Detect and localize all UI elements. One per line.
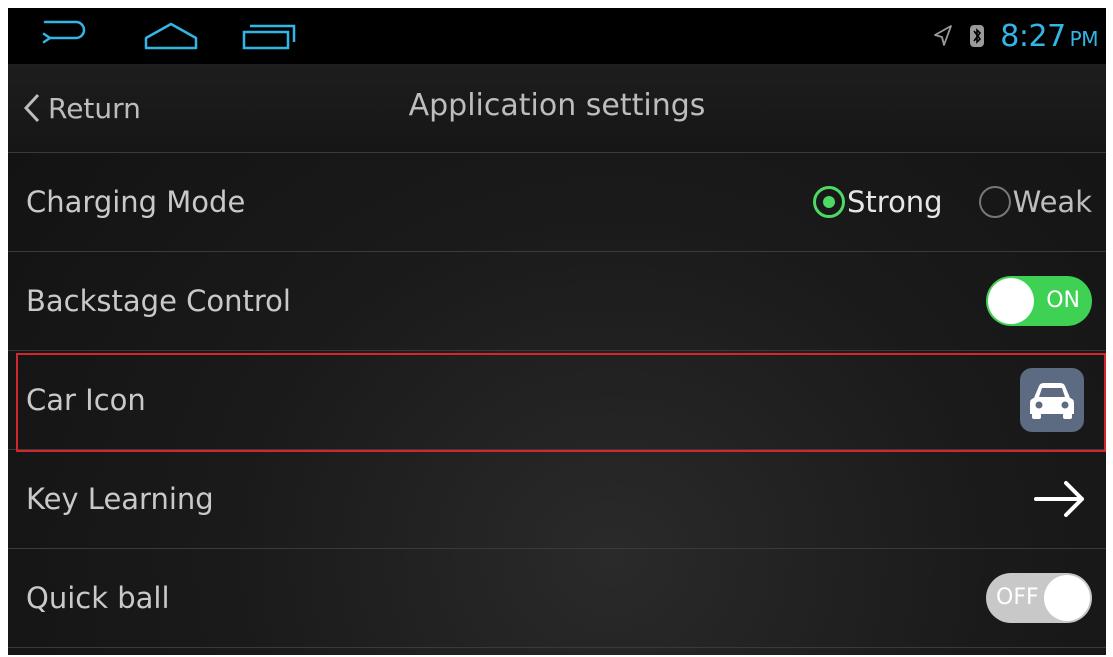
radio-weak[interactable]: Weak [978, 185, 1092, 219]
clock-ampm: PM [1069, 26, 1099, 51]
backstage-control-label: Backstage Control [26, 284, 291, 318]
toggle-knob [1044, 575, 1090, 621]
arrow-right-icon [1034, 481, 1084, 517]
status-clock: 8:27 PM [1000, 19, 1098, 54]
app-screen: 8:27 PM Return Application settings Charg… [8, 8, 1106, 655]
car-icon-button[interactable] [1020, 368, 1084, 432]
key-learning-button[interactable] [1032, 474, 1088, 524]
status-bar: 8:27 PM [8, 8, 1106, 64]
bluetooth-icon [970, 25, 985, 47]
setting-row-backstage-control: Backstage Control ON [8, 252, 1106, 351]
page-title: Application settings [408, 88, 706, 123]
setting-row-charging-mode: Charging Mode Strong Weak [8, 153, 1106, 252]
home-nav-button[interactable] [136, 14, 206, 58]
radio-strong-label: Strong [847, 185, 943, 219]
toggle-knob [988, 278, 1034, 324]
recent-apps-nav-button[interactable] [234, 14, 304, 58]
key-learning-label: Key Learning [26, 482, 214, 516]
car-icon-label: Car Icon [26, 383, 146, 417]
setting-row-quick-ball: Quick ball OFF [8, 549, 1106, 648]
quick-ball-toggle[interactable]: OFF [986, 573, 1092, 623]
radio-unselected-icon [978, 186, 1011, 218]
back-icon [42, 20, 86, 44]
setting-row-car-icon: Car Icon [8, 351, 1106, 450]
recent-apps-icon [242, 24, 296, 50]
backstage-control-toggle[interactable]: ON [986, 276, 1092, 326]
car-icon [1030, 383, 1074, 419]
radio-selected-icon [813, 186, 845, 218]
toggle-state-label: ON [1046, 288, 1080, 313]
charging-mode-label: Charging Mode [26, 185, 246, 219]
status-indicators: 8:27 PM [932, 14, 1099, 58]
location-icon [934, 25, 953, 46]
toggle-state-label: OFF [996, 585, 1039, 610]
radio-weak-label: Weak [1012, 185, 1092, 219]
radio-strong[interactable]: Strong [813, 185, 943, 219]
back-nav-button[interactable] [32, 14, 102, 58]
home-icon [144, 22, 198, 50]
setting-row-key-learning: Key Learning [8, 450, 1106, 549]
charging-mode-radio-group: Strong Weak [813, 153, 1092, 251]
title-bar: Return Application settings [8, 64, 1106, 153]
clock-time: 8:27 [1000, 18, 1066, 54]
quick-ball-label: Quick ball [26, 581, 170, 615]
